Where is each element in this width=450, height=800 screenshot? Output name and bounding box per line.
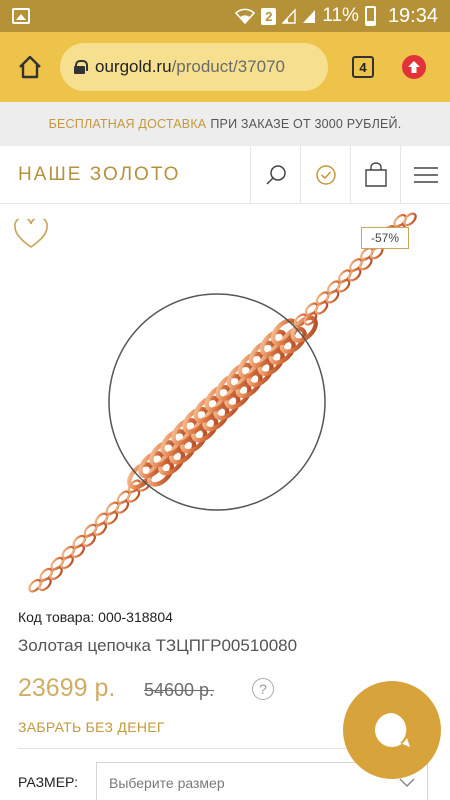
url-host: ourgold.ru [95,57,172,76]
promo-accent: БЕСПЛАТНАЯ ДОСТАВКА [48,117,207,131]
product-image[interactable]: -57% [0,205,450,600]
size-select-placeholder: Выберите размер [109,775,225,791]
arrow-up-icon [408,61,420,73]
gallery-notification-icon [12,8,30,24]
status-indicators: 2 11% 19:34 [235,5,438,28]
url-path: /product/37070 [171,57,285,76]
browser-update-button[interactable] [402,55,426,79]
buy-on-credit-link[interactable]: ЗАБРАТЬ БЕЗ ДЕНЕГ [18,719,165,735]
tab-switcher-button[interactable]: 4 [352,56,374,78]
search-icon [265,164,286,185]
browser-toolbar: ourgold.ru /product/37070 4 [0,32,450,102]
cart-button[interactable] [350,145,400,204]
status-bar: 2 11% 19:34 [0,0,450,32]
product-price: 23699 р. [18,674,116,702]
promo-text: ПРИ ЗАКАЗЕ ОТ 3000 РУБЛЕЙ. [210,117,402,131]
search-button[interactable] [250,145,300,204]
address-bar[interactable]: ourgold.ru /product/37070 [60,43,328,91]
promo-banner: БЕСПЛАТНАЯ ДОСТАВКА ПРИ ЗАКАЗЕ ОТ 3000 Р… [0,102,450,146]
battery-percent: 11% [322,5,359,26]
shopping-bag-icon [364,161,387,187]
heart-icon [14,216,48,248]
product-name: Золотая цепочка ТЗЦПГР00510080 [18,636,298,655]
signal-icon-1 [282,8,297,24]
price-help-button[interactable]: ? [252,678,274,700]
chat-bubble-icon [375,713,410,747]
chain-link [403,212,417,227]
gold-chain-image [28,212,417,593]
menu-button[interactable] [400,145,450,204]
lock-icon [74,60,88,74]
check-circle-icon [315,164,336,185]
site-logo[interactable]: НАШЕ ЗОЛОТО [0,164,250,186]
sim-badge: 2 [261,7,277,25]
product-old-price: 54600 р. [144,680,215,700]
clock: 19:34 [387,4,438,27]
discount-badge: -57% [361,227,410,249]
compare-button[interactable] [300,145,350,204]
site-header: НАШЕ ЗОЛОТО [0,145,450,204]
home-icon [19,55,41,79]
wifi-icon [235,8,256,24]
battery-icon [364,6,376,26]
favorite-button[interactable] [14,216,48,254]
product-sku: Код товара: 000-318804 [18,609,173,625]
hamburger-icon [413,166,438,183]
home-button[interactable] [12,49,48,85]
signal-icon-2 [303,10,316,23]
chat-button[interactable] [343,681,441,779]
chevron-down-icon [399,778,415,788]
size-label: РАЗМЕР: [18,774,78,790]
